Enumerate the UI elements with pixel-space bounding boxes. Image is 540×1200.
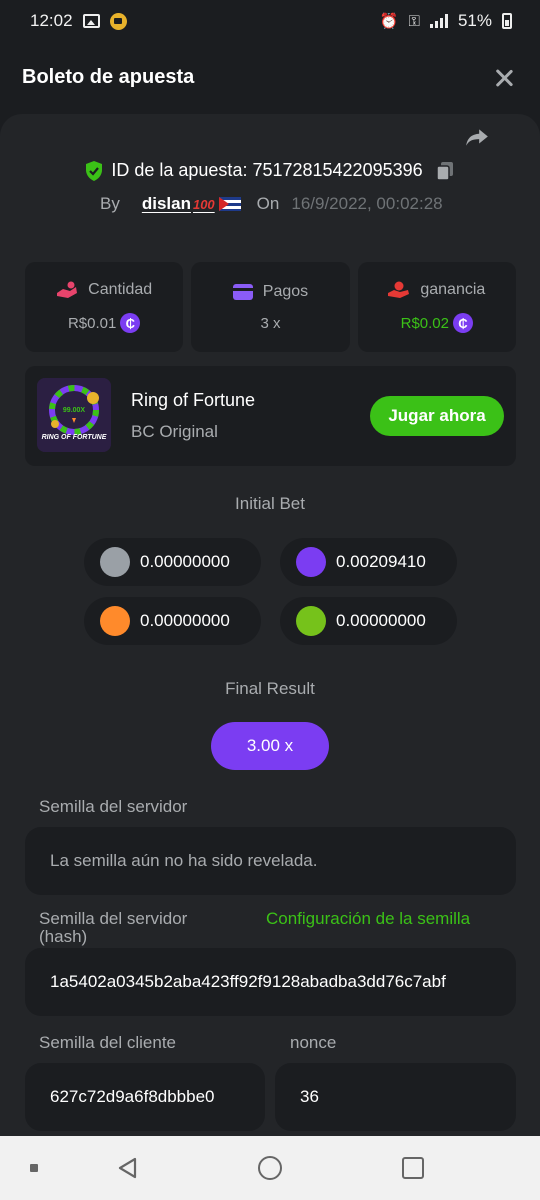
bet-ticket-panel: ID de la apuesta: 75172815422095396 By d…	[0, 114, 540, 1136]
initial-bet-entry: 0.00000000	[84, 538, 261, 586]
verified-shield-icon	[86, 160, 103, 181]
stat-value: 3 x	[260, 314, 281, 332]
game-thumbnail[interactable]: 99.00X RING OF FORTUNE	[37, 378, 111, 452]
server-seed-field: La semilla aún no ha sido revelada.	[25, 827, 516, 895]
back-icon[interactable]	[116, 1156, 140, 1180]
cuba-flag-icon	[218, 197, 241, 211]
status-bar: 12:02 ⏰ ⚿ 51%	[0, 0, 540, 42]
clock: 12:02	[30, 11, 73, 30]
initial-bet-entry: 0.00000000	[280, 597, 457, 645]
menu-dot-icon[interactable]	[30, 1164, 38, 1172]
battery-percent: 51%	[457, 11, 492, 30]
client-seed-field[interactable]: 627c72d9a6f8dbbbe0	[25, 1063, 265, 1131]
alarm-icon: ⏰	[379, 13, 399, 30]
currency-coin-icon: ₵	[453, 313, 473, 333]
coins-hand-icon	[57, 281, 78, 298]
gray-dot-icon	[100, 547, 130, 577]
currency-coin-icon: ₵	[120, 313, 141, 333]
bet-stats: Cantidad R$0.01 ₵ Pagos 3 x ganancia R$0…	[25, 262, 516, 352]
initial-bet-value: 0.00000000	[140, 611, 230, 630]
game-provider: BC Original	[131, 422, 218, 441]
battery-icon	[502, 13, 512, 29]
stat-payout: Pagos 3 x	[191, 262, 350, 352]
stat-label: Cantidad	[88, 281, 153, 298]
coin-app-icon	[109, 12, 127, 30]
nonce-label: nonce	[290, 1033, 337, 1052]
system-nav-bar	[0, 1136, 540, 1200]
initial-bet-value: 0.00209410	[336, 552, 426, 571]
key-icon: ⚿	[408, 12, 420, 30]
bet-id: ID de la apuesta: 75172815422095396	[111, 160, 423, 180]
play-now-button[interactable]: Jugar ahora	[370, 396, 504, 436]
signal-icon	[429, 14, 448, 28]
initial-bet-entry: 0.00000000	[84, 597, 261, 645]
server-seed-label: Semilla del servidor	[39, 797, 188, 816]
stat-value: R$0.02	[400, 314, 449, 332]
modal-header: Boleto de apuesta	[0, 42, 540, 114]
stat-profit: ganancia R$0.02 ₵	[357, 262, 516, 352]
initial-bet-value: 0.00000000	[336, 611, 426, 630]
server-seed-hash-field[interactable]: 1a5402a0345b2aba423ff92f9128abadba3dd76c…	[25, 948, 516, 1016]
seed-settings-link[interactable]: Configuración de la semilla	[266, 910, 486, 928]
green-dot-icon	[296, 606, 326, 636]
initial-bet-entry: 0.00209410	[280, 538, 457, 586]
game-card: 99.00X RING OF FORTUNE Ring of Fortune B…	[25, 366, 516, 466]
thumb-title: RING OF FORTUNE	[42, 434, 107, 441]
username-link[interactable]: dislan 100	[142, 194, 241, 214]
final-result-value: 3.00 x	[211, 722, 329, 770]
orange-dot-icon	[100, 606, 130, 636]
username: dislan	[141, 194, 191, 213]
initial-bet-title: Initial Bet	[235, 494, 305, 513]
stat-value: R$0.01	[67, 314, 117, 332]
share-icon[interactable]	[464, 124, 490, 150]
purple-dot-icon	[296, 547, 326, 577]
close-button[interactable]	[492, 66, 516, 90]
wallet-icon	[232, 283, 253, 300]
stat-label: Pagos	[262, 282, 309, 300]
bet-meta: By dislan 100 On 16/9/2022, 00:02:28	[100, 194, 443, 214]
hand-coin-icon	[388, 281, 410, 298]
by-label: By	[100, 194, 120, 213]
thumb-badge: 99.00X	[63, 407, 86, 414]
bet-date: 16/9/2022, 00:02:28	[291, 194, 443, 213]
final-result-title: Final Result	[225, 679, 315, 698]
server-seed-hash-label: Semilla del servidor (hash)	[39, 909, 188, 946]
game-name[interactable]: Ring of Fortune	[131, 390, 255, 411]
client-seed-label: Semilla del cliente	[39, 1033, 177, 1052]
page-title: Boleto de apuesta	[22, 66, 195, 88]
ring-of-fortune-logo: 99.00X RING OF FORTUNE	[37, 378, 111, 452]
hundred-emoji-icon: 100	[192, 196, 215, 212]
bet-id-row: ID de la apuesta: 75172815422095396	[0, 160, 540, 181]
stat-amount: Cantidad R$0.01 ₵	[25, 262, 184, 352]
initial-bet-value: 0.00000000	[140, 552, 230, 571]
nonce-field[interactable]: 36	[275, 1063, 516, 1131]
copy-icon[interactable]	[435, 161, 455, 181]
home-icon[interactable]	[258, 1156, 282, 1180]
stat-label: ganancia	[420, 281, 486, 298]
on-label: On	[256, 194, 280, 213]
gallery-icon	[82, 14, 100, 28]
recent-apps-icon[interactable]	[402, 1157, 424, 1179]
